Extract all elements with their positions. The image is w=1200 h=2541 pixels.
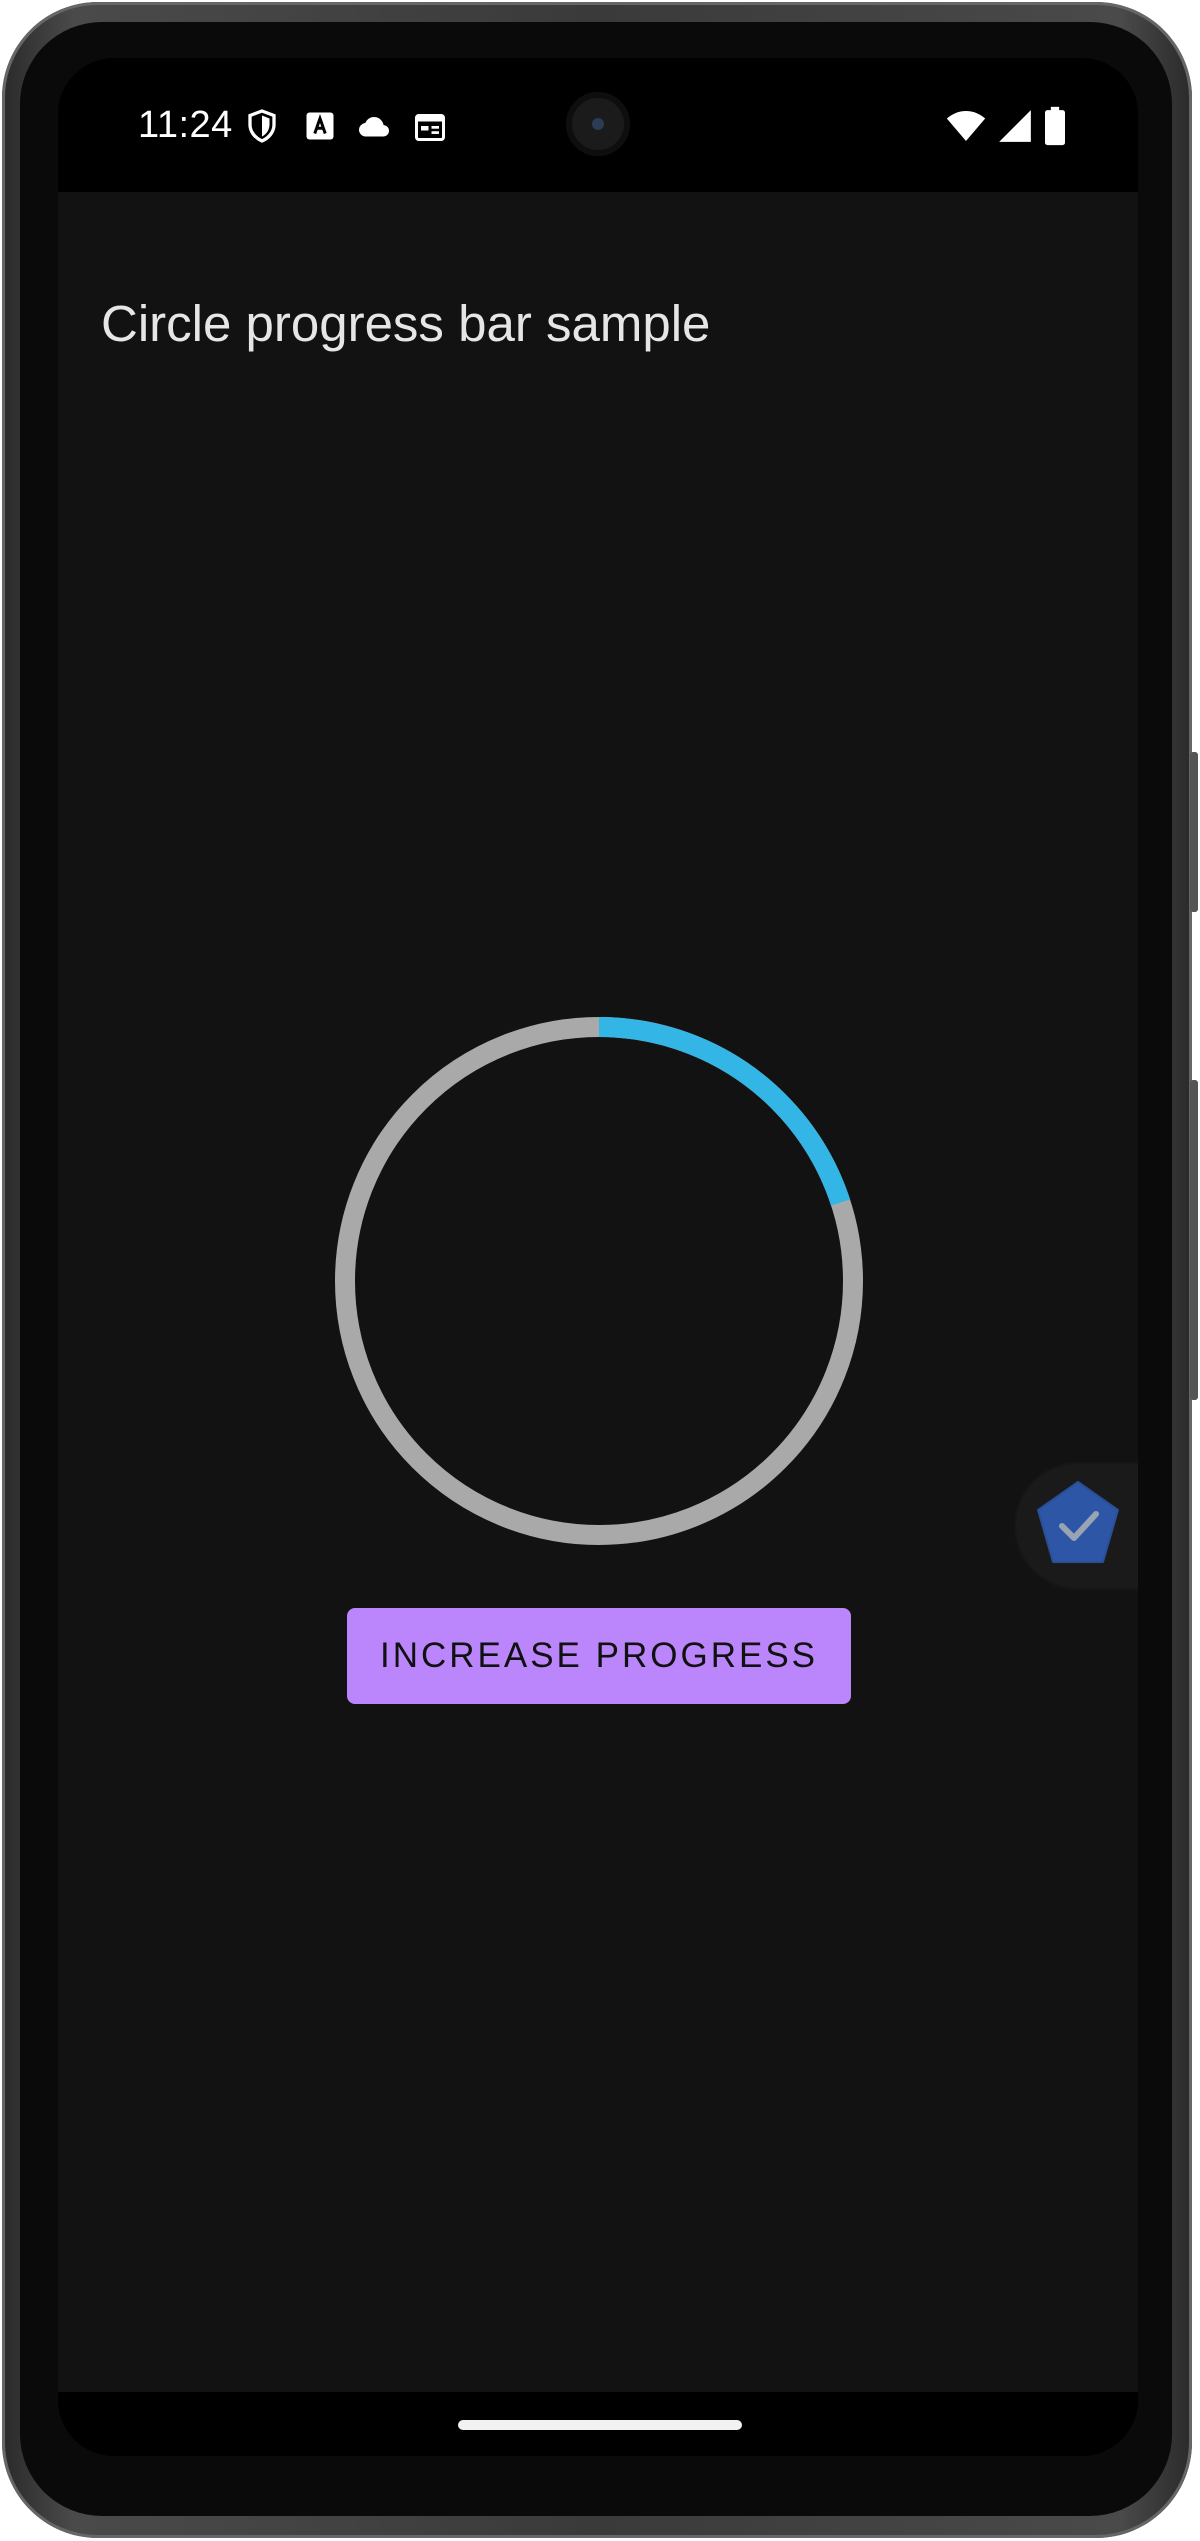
signal-icon: [999, 110, 1031, 142]
cloud-icon: [359, 117, 389, 137]
navigation-bar: [58, 2392, 1138, 2456]
page-title: Circle progress bar sample: [101, 295, 711, 352]
status-time: 11:24: [138, 104, 233, 146]
floating-bubble[interactable]: [1016, 1464, 1138, 1588]
phone-device: 11:24 Circle progress bar sample INCREAS…: [0, 0, 1200, 2541]
status-bar: 11:24: [58, 58, 1138, 192]
calendar-icon: [415, 114, 445, 141]
power-button: [1190, 752, 1198, 912]
front-camera: [566, 92, 630, 156]
circle-progress-bar: [335, 1017, 863, 1545]
shield-icon: [248, 109, 276, 143]
text-a-icon: [306, 112, 334, 140]
increase-progress-button[interactable]: INCREASE PROGRESS: [347, 1608, 851, 1704]
pentagon-check-icon: [1037, 1481, 1119, 1563]
app-content: Circle progress bar sample INCREASE PROG…: [58, 192, 1138, 2392]
battery-icon: [1045, 106, 1065, 146]
volume-button: [1190, 1080, 1198, 1400]
home-gesture-handle[interactable]: [458, 2420, 742, 2430]
wifi-icon: [946, 111, 986, 141]
progress-arc: [598, 1017, 851, 1206]
screen: 11:24 Circle progress bar sample INCREAS…: [58, 58, 1138, 2456]
